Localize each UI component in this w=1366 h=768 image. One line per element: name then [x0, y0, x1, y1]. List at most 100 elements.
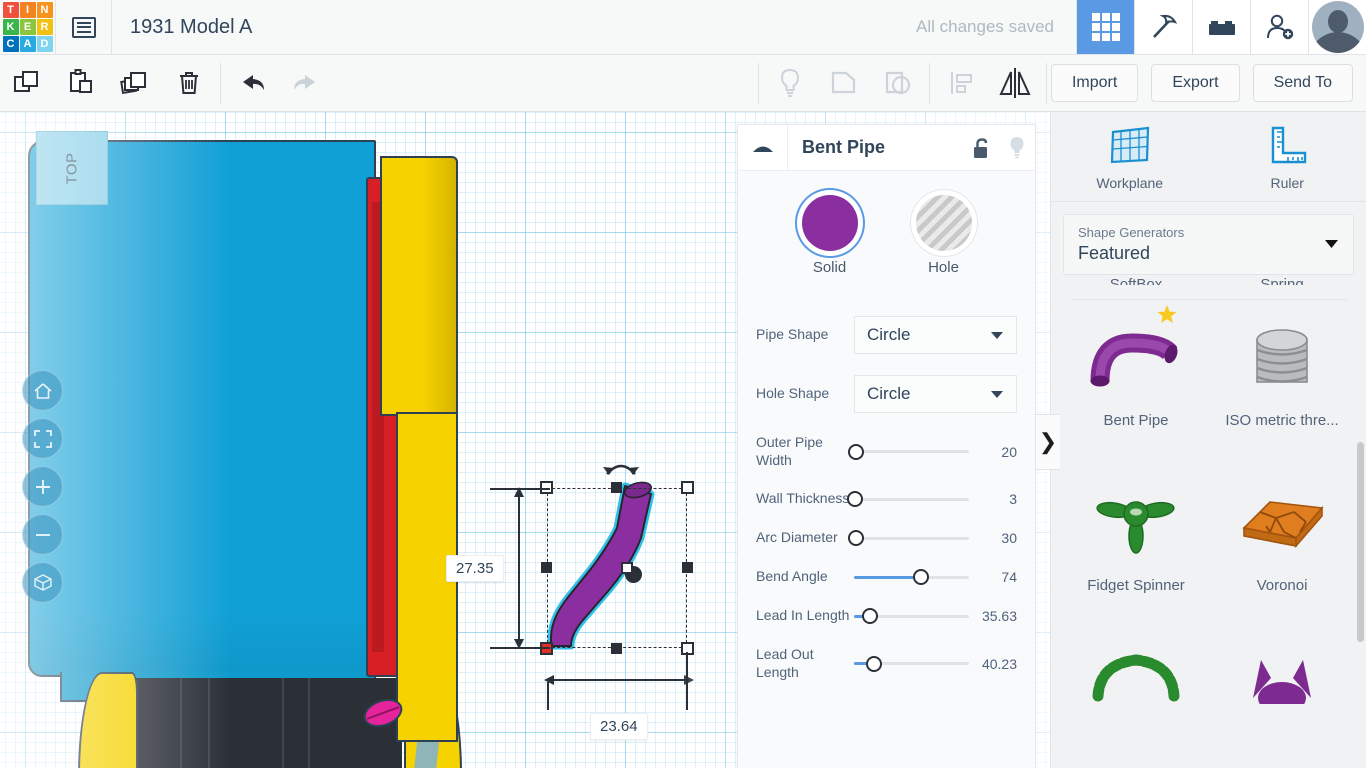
lead-out-length-slider-value[interactable]: 40.23 — [969, 656, 1017, 672]
hole-mode[interactable]: Hole — [916, 195, 972, 276]
hole-shape-select[interactable]: Circle — [854, 375, 1017, 413]
shape-fidget-spinner[interactable]: Fidget Spinner — [1063, 465, 1209, 608]
bend-angle-slider-label: Bend Angle — [756, 568, 854, 586]
mirror-button[interactable] — [988, 55, 1042, 112]
duplicate-button[interactable] — [108, 55, 162, 112]
page-title[interactable]: 1931 Model A — [112, 0, 252, 54]
paste-button[interactable] — [54, 55, 108, 112]
project-list-button[interactable] — [56, 0, 111, 54]
arc-diameter-slider-value[interactable]: 30 — [969, 530, 1017, 546]
note-button — [763, 55, 817, 112]
solid-mode[interactable]: Solid — [802, 195, 858, 276]
gallery-scrollbar[interactable] — [1357, 442, 1364, 642]
zoom-in-button[interactable] — [22, 466, 63, 507]
copy-button[interactable] — [0, 55, 54, 112]
resize-handle-right-center[interactable] — [682, 562, 693, 573]
height-handle-square[interactable] — [621, 562, 633, 574]
slider-knob[interactable] — [848, 444, 864, 460]
fidget-spinner-thumbnail — [1063, 475, 1209, 571]
wall-thickness-slider-value[interactable]: 3 — [969, 491, 1017, 507]
model-part-chassis[interactable] — [112, 678, 402, 768]
visibility-toggle-button[interactable] — [999, 135, 1035, 161]
shape-iso-metric-thread[interactable]: ISO metric thre... — [1209, 300, 1355, 443]
slider-knob[interactable] — [847, 491, 863, 507]
pipe-shape-select[interactable]: Circle — [854, 316, 1017, 354]
slider-knob[interactable] — [848, 530, 864, 546]
shape-spring[interactable]: Spring — [1209, 276, 1355, 299]
ungroup-button — [871, 55, 925, 112]
top-bar: TINKERCAD 1931 Model A All changes saved — [0, 0, 1366, 55]
slider-knob[interactable] — [913, 569, 929, 585]
shape-generators-dropdown[interactable]: Shape Generators Featured — [1063, 214, 1354, 275]
ruler-tool[interactable]: Ruler — [1209, 112, 1366, 201]
zoom-out-button[interactable] — [22, 514, 63, 555]
resize-handle-bottom-center[interactable] — [611, 643, 622, 654]
arc-diameter-slider-row: Arc Diameter 30 — [756, 529, 1017, 547]
gallery-row-1: Bent Pipe ISO metric thre... — [1063, 300, 1355, 443]
dimension-line-vertical — [518, 490, 520, 646]
hole-swatch — [916, 195, 972, 251]
invite-button[interactable] — [1250, 0, 1308, 54]
panel-collapse-toggle[interactable]: ❯ — [1035, 414, 1060, 470]
rotate-handle-icon[interactable] — [600, 456, 642, 480]
shape-voronoi[interactable]: Voronoi — [1209, 465, 1355, 608]
minus-icon — [33, 525, 53, 545]
resize-handle-top-right[interactable] — [681, 481, 694, 494]
tinkercad-logo[interactable]: TINKERCAD — [0, 0, 55, 54]
slider-knob[interactable] — [862, 608, 878, 624]
bend-angle-slider-row: Bend Angle 74 — [756, 568, 1017, 586]
copy-icon — [12, 68, 42, 98]
slider-knob[interactable] — [866, 656, 882, 672]
view-navigation-controls — [22, 370, 63, 603]
inspector-collapse-button[interactable] — [738, 125, 788, 171]
slider-rail — [854, 450, 969, 453]
user-avatar[interactable] — [1308, 0, 1366, 54]
home-icon — [33, 381, 53, 401]
outer-pipe-width-slider-value[interactable]: 20 — [969, 444, 1017, 460]
shape-bent-pipe[interactable]: Bent Pipe — [1063, 300, 1209, 443]
dimension-height-label[interactable]: 27.35 — [446, 555, 504, 582]
slider-fill — [854, 576, 921, 579]
send-to-button[interactable]: Send To — [1253, 64, 1353, 102]
bend-angle-slider-value[interactable]: 74 — [969, 569, 1017, 585]
model-part-blue-body[interactable] — [28, 140, 376, 677]
unlock-icon — [971, 136, 991, 160]
gallery-row-partial: SoftBox Spring — [1063, 276, 1355, 299]
resize-handle-bottom-right[interactable] — [681, 642, 694, 655]
wall-thickness-slider[interactable] — [854, 490, 969, 508]
shape-gallery[interactable]: SoftBox Spring Bent — [1063, 276, 1355, 768]
lock-toggle-button[interactable] — [963, 136, 999, 160]
shape-partial-purple[interactable] — [1209, 638, 1355, 718]
outer-pipe-width-slider[interactable] — [854, 443, 969, 461]
home-view-button[interactable] — [22, 370, 63, 411]
design-view-button[interactable] — [1076, 0, 1134, 54]
workplane-tool[interactable]: Workplane — [1051, 112, 1209, 201]
export-button[interactable]: Export — [1151, 64, 1239, 102]
import-button[interactable]: Import — [1051, 64, 1138, 102]
shape-mode-row: Solid Hole — [756, 195, 1017, 276]
shape-softbox[interactable]: SoftBox — [1063, 276, 1209, 299]
fit-view-button[interactable] — [22, 418, 63, 459]
perspective-toggle-button[interactable] — [22, 562, 63, 603]
save-status: All changes saved — [916, 0, 1076, 54]
resize-handle-left-center[interactable] — [541, 562, 552, 573]
blocks-button[interactable] — [1192, 0, 1250, 54]
chevron-right-icon: ❯ — [1039, 429, 1057, 455]
lead-in-length-slider[interactable] — [854, 607, 969, 625]
minecraft-button[interactable] — [1134, 0, 1192, 54]
arc-diameter-slider-label: Arc Diameter — [756, 529, 854, 547]
delete-button[interactable] — [162, 55, 216, 112]
bend-angle-slider[interactable] — [854, 568, 969, 586]
shape-partial-green[interactable] — [1063, 638, 1209, 718]
dimension-width-label[interactable]: 23.64 — [590, 713, 648, 740]
lead-out-length-slider[interactable] — [854, 655, 969, 673]
view-cube-top-face[interactable]: TOP — [36, 131, 108, 205]
lead-in-length-slider-value[interactable]: 35.63 — [969, 608, 1017, 624]
undo-button[interactable] — [225, 55, 279, 112]
resize-handle-bottom-left-active[interactable] — [540, 642, 553, 655]
arc-diameter-slider[interactable] — [854, 529, 969, 547]
chevron-down-icon — [990, 325, 1004, 345]
resize-handle-top-center[interactable] — [611, 482, 622, 493]
model-part-yellow-upper[interactable] — [380, 156, 458, 416]
selection-bounding-box[interactable] — [547, 488, 687, 648]
